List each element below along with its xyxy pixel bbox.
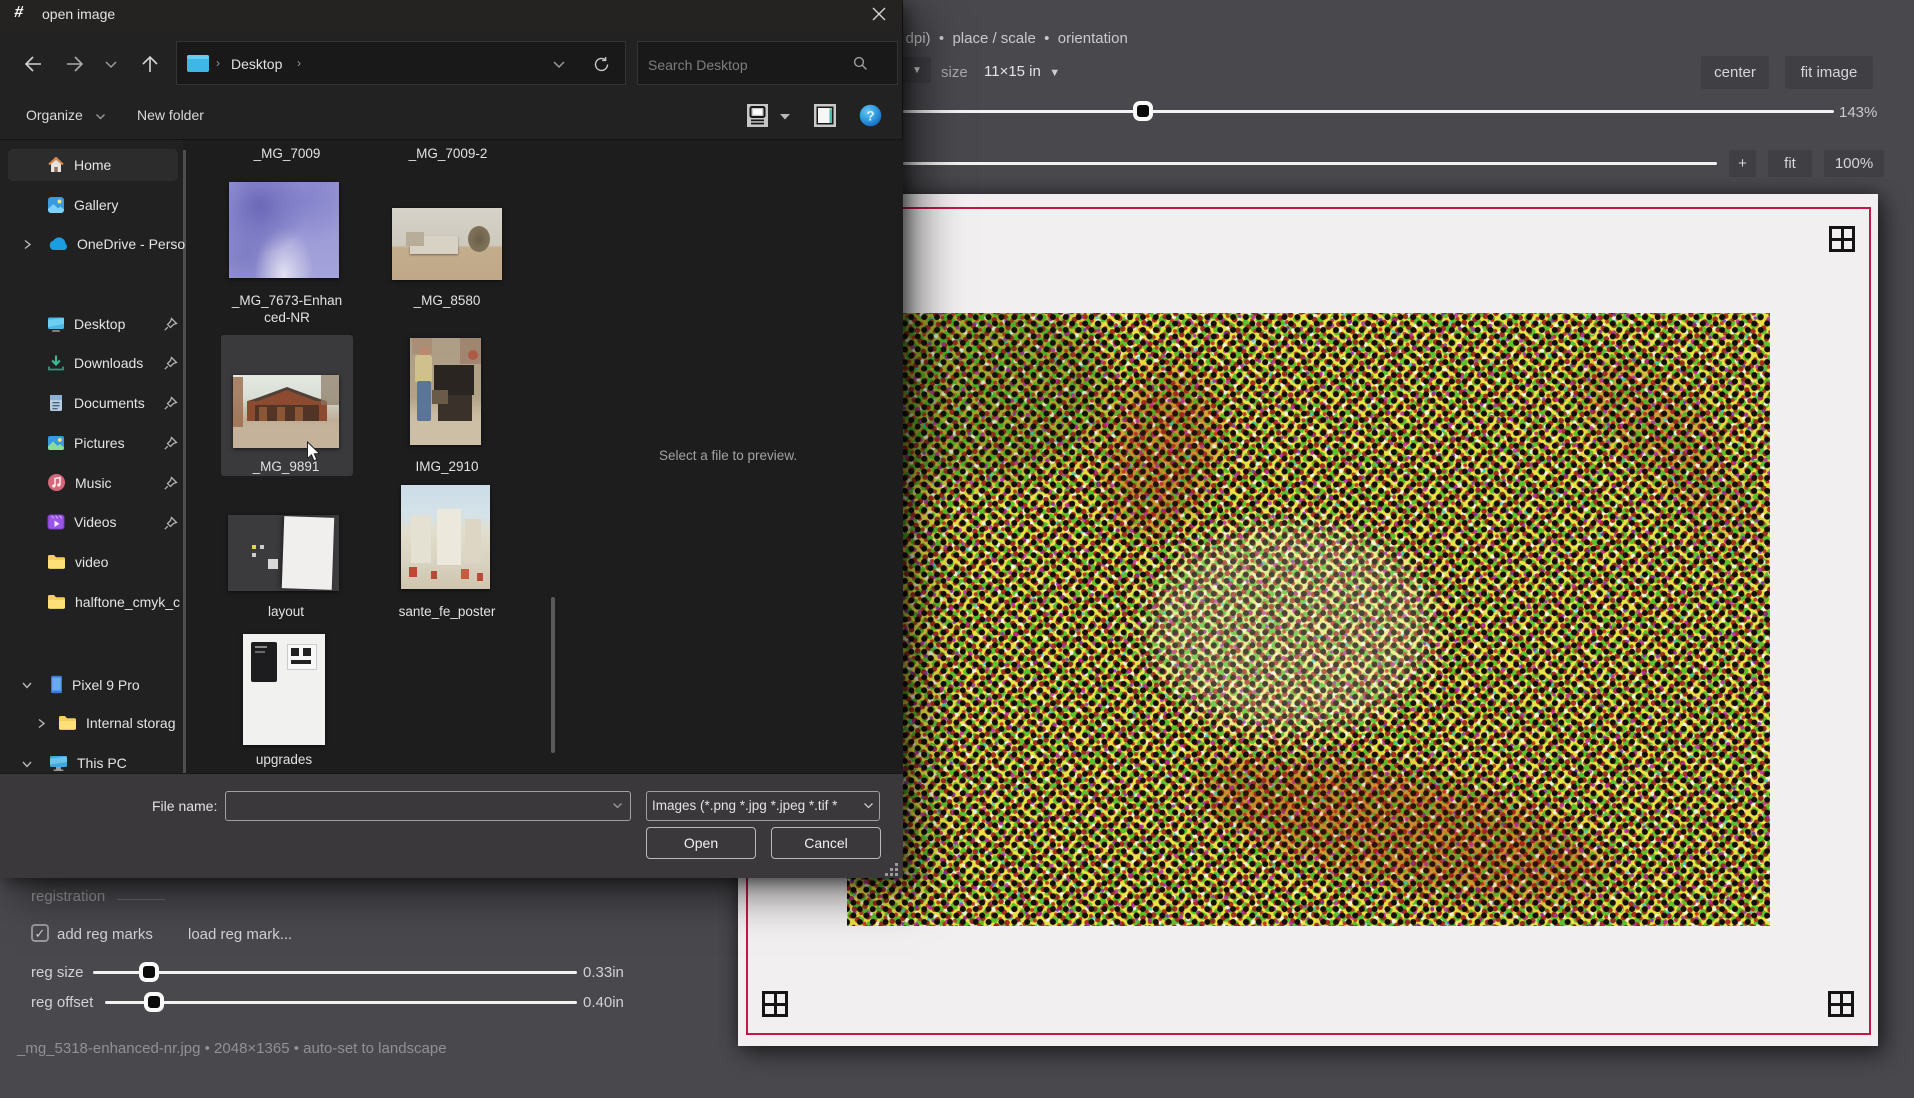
svg-text:?: ? [866,108,874,123]
